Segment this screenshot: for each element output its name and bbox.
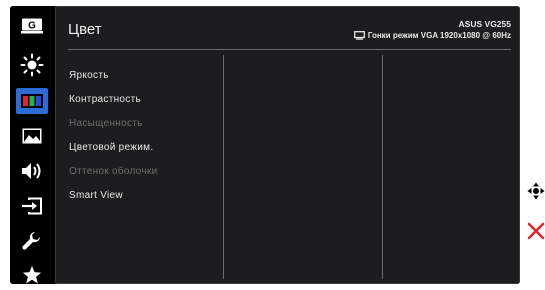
settings-panel: Цвет ASUS VG255 Гонки режим VGA 1920x108… xyxy=(55,6,520,284)
header-divider xyxy=(68,49,511,50)
menu-item-smart-view[interactable]: Smart View xyxy=(69,184,158,208)
brightness-icon[interactable] xyxy=(16,52,48,78)
sidebar: G xyxy=(10,6,54,284)
status-line: Гонки режим VGA 1920x1080 @ 60Hz xyxy=(353,31,511,40)
gaming-icon-label: G xyxy=(28,21,36,32)
monitor-icon xyxy=(353,31,365,40)
column-divider-2 xyxy=(382,55,383,279)
model-name: ASUS VG255 xyxy=(458,19,511,29)
menu-item-skin-tone: Оттенок оболочки xyxy=(69,166,158,177)
system-setup-icon[interactable] xyxy=(16,228,48,254)
color-icon[interactable] xyxy=(16,88,48,114)
page-title: Цвет xyxy=(68,21,102,38)
exit-icon[interactable] xyxy=(527,222,545,240)
gaming-icon[interactable]: G xyxy=(16,13,48,39)
column-divider-1 xyxy=(223,55,224,279)
menu-item-contrast[interactable]: Контрастность xyxy=(69,88,158,112)
osd-window: G Цвет ASUS VG255 Гонки режим VGA 1920x1… xyxy=(10,6,520,284)
input-select-icon[interactable] xyxy=(16,193,48,219)
image-icon[interactable] xyxy=(16,123,48,149)
joystick-icon[interactable] xyxy=(527,182,545,200)
menu-list: Яркость Контрастность Насыщенность Цвето… xyxy=(69,64,158,208)
sound-icon[interactable] xyxy=(16,158,48,184)
menu-item-color-temp[interactable]: Цветовой режим. xyxy=(69,136,158,160)
favorite-icon[interactable] xyxy=(16,262,48,284)
status-text: Гонки режим VGA 1920x1080 @ 60Hz xyxy=(367,31,511,40)
menu-item-saturation: Насыщенность xyxy=(69,118,143,129)
menu-item-brightness[interactable]: Яркость xyxy=(69,64,158,88)
